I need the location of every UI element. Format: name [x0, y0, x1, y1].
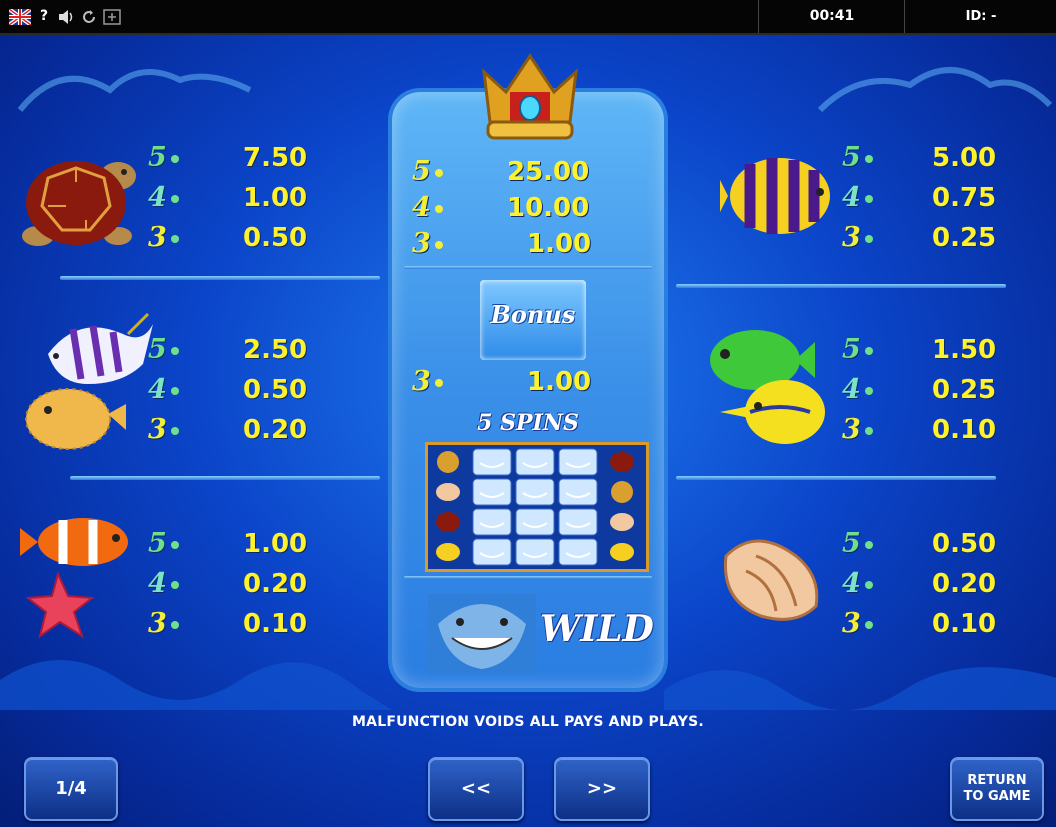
pay-value: 0.25	[932, 223, 997, 253]
symbol-count: 3	[148, 220, 192, 256]
pay-value: 0.10	[932, 609, 997, 639]
paytable-entry-seashell: 5 0.50 4 0.20 3 0.10	[716, 526, 1042, 646]
pay-value: 0.75	[932, 183, 997, 213]
help-icon[interactable]: ?	[36, 7, 52, 26]
symbol-count: 5	[842, 332, 886, 368]
session-id: ID: -	[965, 9, 997, 24]
divider	[70, 476, 380, 480]
symbol-count: 3	[412, 364, 456, 400]
symbol-count: 3	[148, 412, 192, 448]
pay-value: 1.00	[527, 367, 592, 397]
divider	[758, 0, 759, 33]
pay-value: 0.25	[932, 375, 997, 405]
paytable-entry-turtle: 5 7.50 4 1.00 3 0.50	[18, 140, 358, 260]
previous-page-button[interactable]: <<	[428, 757, 524, 821]
return-label-line2: TO GAME	[963, 789, 1031, 804]
symbol-count: 4	[842, 180, 886, 216]
symbol-count: 5	[842, 140, 886, 176]
pay-value: 0.50	[932, 529, 997, 559]
free-spins-label: 5 SPINS	[477, 410, 579, 436]
top-bar: ? 00:41 ID: -	[0, 0, 1056, 35]
pay-value: 10.00	[507, 193, 590, 223]
divider	[676, 476, 996, 480]
symbol-count: 3	[842, 606, 886, 642]
page-indicator-button[interactable]: 1/4	[24, 757, 118, 821]
symbol-count: 3	[412, 226, 456, 262]
symbol-count: 5	[842, 526, 886, 562]
symbol-count: 4	[148, 566, 192, 602]
paytable-entry-angelfish-pufferfish: 5 2.50 4 0.50 3 0.20	[18, 312, 358, 452]
symbol-count: 4	[412, 190, 456, 226]
pay-value: 0.20	[932, 569, 997, 599]
pay-value: 1.00	[243, 529, 308, 559]
divider	[60, 276, 380, 280]
shark-wild-icon	[428, 594, 536, 674]
sound-icon[interactable]	[56, 7, 76, 26]
seashell-icon	[723, 539, 819, 621]
pay-value: 0.20	[243, 569, 308, 599]
symbol-count: 4	[148, 180, 192, 216]
pay-value: 1.50	[932, 335, 997, 365]
divider	[676, 284, 1006, 288]
paytable-entry-green-yellow-fish: 5 1.50 4 0.25 3 0.10	[700, 330, 1040, 452]
mini-reel-grid	[425, 442, 649, 572]
uk-flag-icon[interactable]	[7, 7, 33, 27]
pay-value: 0.50	[243, 223, 308, 253]
center-paytable-column: 5 25.00 4 10.00 3 1.00 Bonus 3 1.00 5 SP…	[392, 92, 664, 688]
next-page-button[interactable]: >>	[554, 757, 650, 821]
turtle-icon	[22, 161, 136, 246]
refresh-icon[interactable]	[80, 7, 98, 26]
paytable-entry-clownfish-starfish: 5 1.00 4 0.20 3 0.10	[18, 518, 358, 646]
pay-value: 5.00	[932, 143, 997, 173]
pay-value: 2.50	[243, 335, 308, 365]
pay-value: 1.00	[527, 229, 592, 259]
paytable-entry-striped-fish: 5 5.00 4 0.75 3 0.25	[720, 140, 1040, 260]
angelfish-icon	[25, 312, 153, 450]
return-to-game-button[interactable]: RETURN TO GAME	[950, 757, 1044, 821]
pay-value: 1.00	[243, 183, 308, 213]
divider	[404, 576, 652, 579]
striped-fish-icon	[720, 158, 830, 234]
return-label-line1: RETURN	[967, 773, 1027, 788]
symbol-count: 3	[842, 412, 886, 448]
crown-icon	[482, 53, 578, 140]
symbol-count: 5	[148, 332, 192, 368]
divider	[904, 0, 905, 33]
pay-value: 0.10	[932, 415, 997, 445]
tropical-fish-icon	[710, 330, 825, 444]
paytable-screen: ? 00:41 ID: - 5 7.50 4 1.00 3 0.50 5 2.5…	[0, 0, 1056, 827]
symbol-count: 5	[148, 526, 192, 562]
wild-label: WILD	[540, 608, 654, 650]
fullscreen-icon[interactable]	[102, 7, 122, 26]
clownfish-icon	[20, 518, 128, 639]
disclaimer-text: MALFUNCTION VOIDS ALL PAYS AND PLAYS.	[352, 714, 704, 730]
symbol-count: 3	[842, 220, 886, 256]
bonus-label: Bonus	[490, 300, 576, 329]
pay-value: 0.20	[243, 415, 308, 445]
symbol-count: 3	[148, 606, 192, 642]
pay-value: 7.50	[243, 143, 308, 173]
symbol-count: 5	[412, 154, 456, 190]
symbol-count: 4	[842, 372, 886, 408]
symbol-count: 4	[148, 372, 192, 408]
divider	[404, 266, 652, 269]
symbol-count: 4	[842, 566, 886, 602]
clock-display: 00:41	[809, 8, 855, 24]
bonus-symbol: Bonus	[480, 280, 586, 360]
symbol-count: 5	[148, 140, 192, 176]
pay-value: 0.10	[243, 609, 308, 639]
pay-value: 0.50	[243, 375, 308, 405]
pay-value: 25.00	[507, 157, 590, 187]
